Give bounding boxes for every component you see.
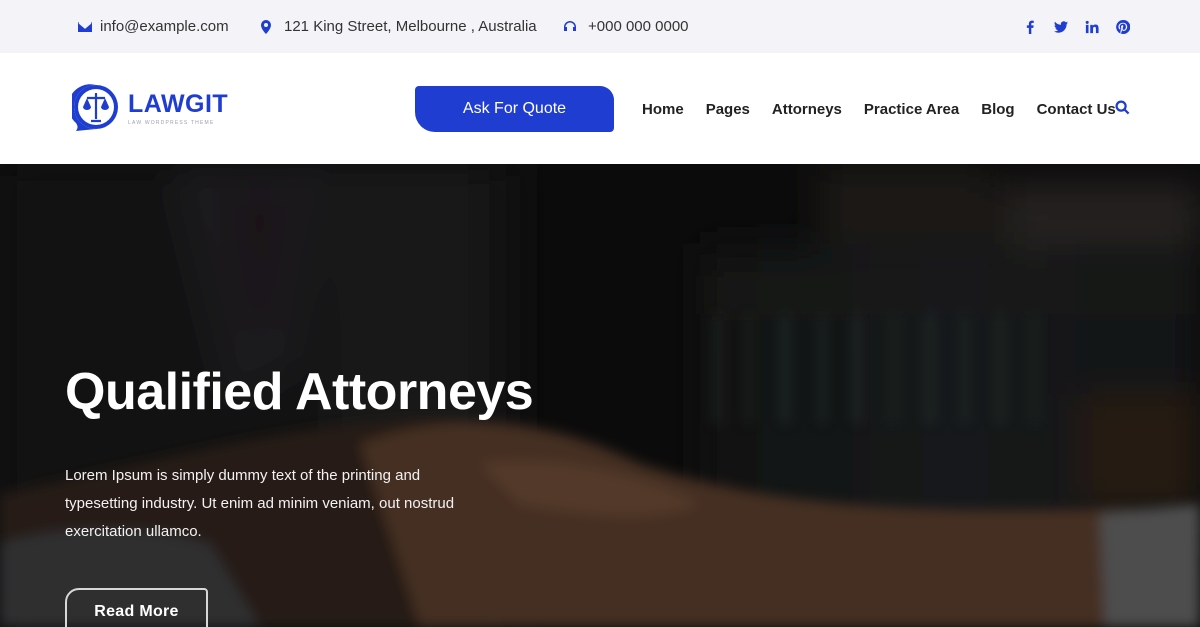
facebook-icon[interactable] — [1023, 20, 1037, 34]
read-more-button[interactable]: Read More — [65, 588, 208, 627]
hero-title: Qualified Attorneys — [65, 363, 534, 421]
logo-title: LAWGIT — [128, 89, 229, 118]
address-text: 121 King Street, Melbourne , Australia — [284, 18, 537, 35]
nav-item-practice-area[interactable]: Practice Area — [864, 101, 959, 118]
map-marker-icon — [261, 19, 271, 34]
topbar-email[interactable]: info@example.com — [77, 0, 229, 53]
main-nav: Home Pages Attorneys Practice Area Blog … — [642, 86, 1138, 132]
social-links — [1023, 0, 1130, 53]
top-bar: info@example.com 121 King Street, Melbou… — [0, 0, 1200, 53]
twitter-icon[interactable] — [1054, 20, 1068, 34]
scales-logo-icon — [68, 83, 120, 133]
hero-section: Qualified Attorneys Lorem Ipsum is simpl… — [0, 164, 1200, 627]
hero-description: Lorem Ipsum is simply dummy text of the … — [65, 467, 455, 540]
logo-tagline: LAW WORDPRESS THEME — [128, 119, 215, 126]
envelope-icon — [78, 21, 92, 32]
topbar-phone[interactable]: +000 000 0000 — [562, 0, 689, 53]
search-icon[interactable] — [1115, 100, 1131, 116]
nav-item-attorneys[interactable]: Attorneys — [772, 101, 842, 118]
email-text: info@example.com — [100, 18, 229, 35]
nav-item-contact-us[interactable]: Contact Us — [1037, 101, 1116, 118]
nav-item-pages[interactable]: Pages — [706, 101, 750, 118]
headset-icon — [564, 20, 576, 31]
pinterest-icon[interactable] — [1116, 19, 1130, 34]
topbar-address: 121 King Street, Melbourne , Australia — [258, 0, 537, 53]
ask-for-quote-button[interactable]: Ask For Quote — [415, 86, 614, 132]
nav-item-blog[interactable]: Blog — [981, 101, 1014, 118]
phone-text: +000 000 0000 — [588, 18, 689, 35]
site-logo[interactable]: LAWGIT LAW WORDPRESS THEME — [68, 83, 229, 133]
linkedin-icon[interactable] — [1085, 20, 1099, 34]
site-header: LAWGIT LAW WORDPRESS THEME Ask For Quote… — [0, 53, 1200, 164]
nav-item-home[interactable]: Home — [642, 101, 684, 118]
